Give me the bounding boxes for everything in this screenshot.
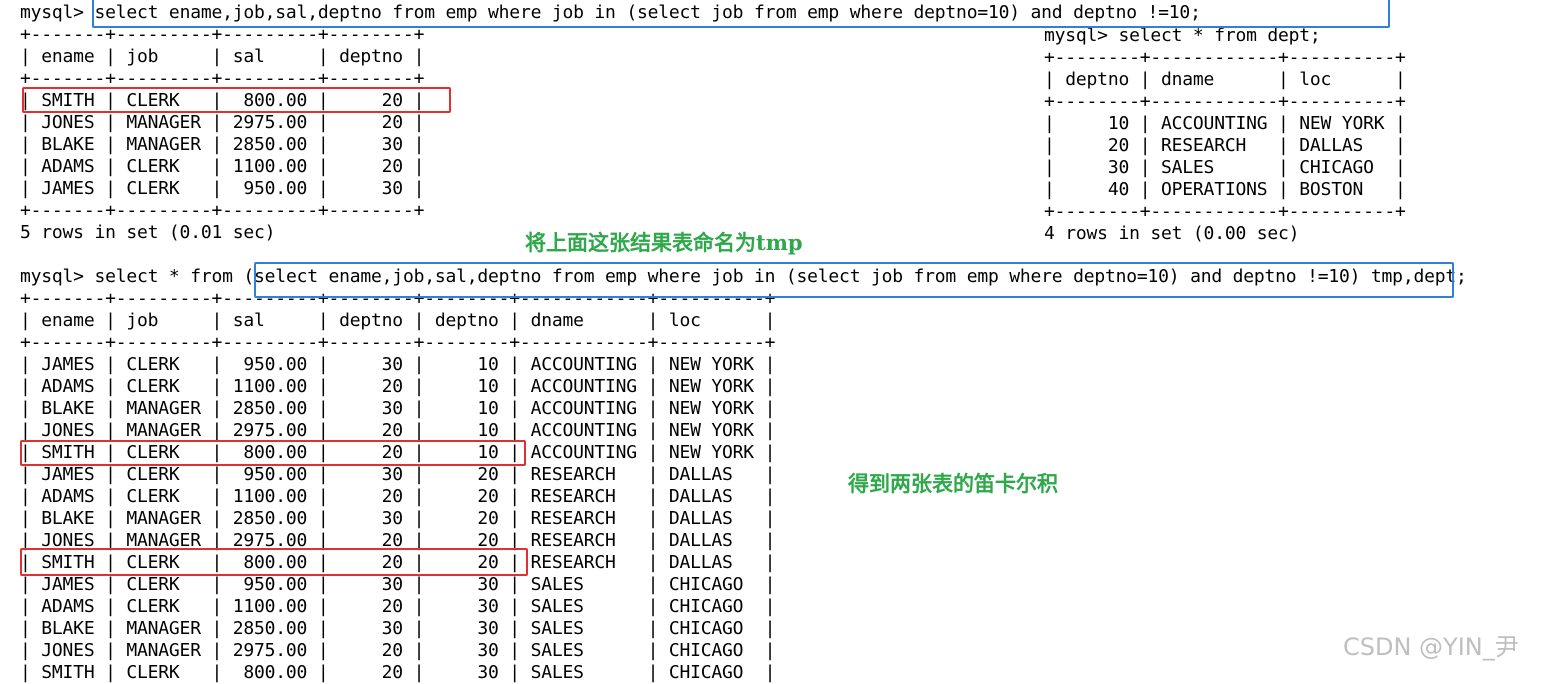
query1-sql-highlight — [92, 0, 1390, 28]
query3-subquery-highlight — [254, 262, 1454, 298]
query2-line-4: | 20 | RESEARCH | DALLAS | — [1044, 135, 1406, 156]
query3-smith-highlight-1 — [20, 440, 526, 466]
query2-line-2: +--------+------------+----------+ — [1044, 91, 1406, 112]
query1-line-4: | JONES | MANAGER | 2975.00 | 20 | — [20, 112, 425, 133]
query2-line-1: | deptno | dname | loc | — [1044, 69, 1406, 90]
query3-line-4: | ADAMS | CLERK | 1100.00 | 20 | 10 | AC… — [20, 376, 776, 397]
query3-prompt: mysql> select * from — [20, 266, 233, 287]
query1-line-7: | JAMES | CLERK | 950.00 | 30 | — [20, 178, 425, 199]
query1-rows-summary: 5 rows in set (0.01 sec) — [20, 222, 276, 243]
query1-line-6: | ADAMS | CLERK | 1100.00 | 20 | — [20, 156, 425, 177]
query3-line-2: +-------+---------+---------+--------+--… — [20, 332, 776, 353]
query1-line-8: +-------+---------+---------+--------+ — [20, 200, 425, 221]
query1-prompt: mysql> — [20, 2, 84, 23]
query2-line-6: | 40 | OPERATIONS | BOSTON | — [1044, 179, 1406, 200]
query1-line-5: | BLAKE | MANAGER | 2850.00 | 30 | — [20, 134, 425, 155]
csdn-watermark: CSDN @YIN_尹 — [1343, 633, 1519, 661]
query1-smith-highlight — [22, 87, 451, 113]
query3-line-6: | JONES | MANAGER | 2975.00 | 20 | 10 | … — [20, 420, 776, 441]
query3-line-17: | SMITH | CLERK | 800.00 | 20 | 30 | SAL… — [20, 662, 776, 683]
query3-line-8: | JAMES | CLERK | 950.00 | 30 | 20 | RES… — [20, 464, 776, 485]
query2-rows-summary: 4 rows in set (0.00 sec) — [1044, 223, 1300, 244]
query3-line-13: | JAMES | CLERK | 950.00 | 30 | 30 | SAL… — [20, 574, 776, 595]
query2-line-5: | 30 | SALES | CHICAGO | — [1044, 157, 1406, 178]
annotation-cartesian-product: 得到两张表的笛卡尔积 — [848, 471, 1058, 496]
query2-command-line: mysql> select * from dept; — [1044, 25, 1321, 46]
query2-line-0: +--------+------------+----------+ — [1044, 47, 1406, 68]
query1-line-1: | ename | job | sal | deptno | — [20, 46, 425, 67]
query3-line-15: | BLAKE | MANAGER | 2850.00 | 30 | 30 | … — [20, 618, 776, 639]
query3-line-10: | BLAKE | MANAGER | 2850.00 | 30 | 20 | … — [20, 508, 776, 529]
query3-line-14: | ADAMS | CLERK | 1100.00 | 20 | 30 | SA… — [20, 596, 776, 617]
query3-line-3: | JAMES | CLERK | 950.00 | 30 | 10 | ACC… — [20, 354, 776, 375]
annotation-name-tmp: 将上面这张结果表命名为tmp — [525, 230, 803, 255]
query3-line-1: | ename | job | sal | deptno | deptno | … — [20, 310, 776, 331]
query3-line-9: | ADAMS | CLERK | 1100.00 | 20 | 20 | RE… — [20, 486, 776, 507]
query2-line-7: +--------+------------+----------+ — [1044, 201, 1406, 222]
query3-smith-highlight-2 — [20, 548, 528, 576]
query3-line-5: | BLAKE | MANAGER | 2850.00 | 30 | 10 | … — [20, 398, 776, 419]
query2-line-3: | 10 | ACCOUNTING | NEW YORK | — [1044, 113, 1406, 134]
query3-line-16: | JONES | MANAGER | 2975.00 | 20 | 30 | … — [20, 640, 776, 661]
